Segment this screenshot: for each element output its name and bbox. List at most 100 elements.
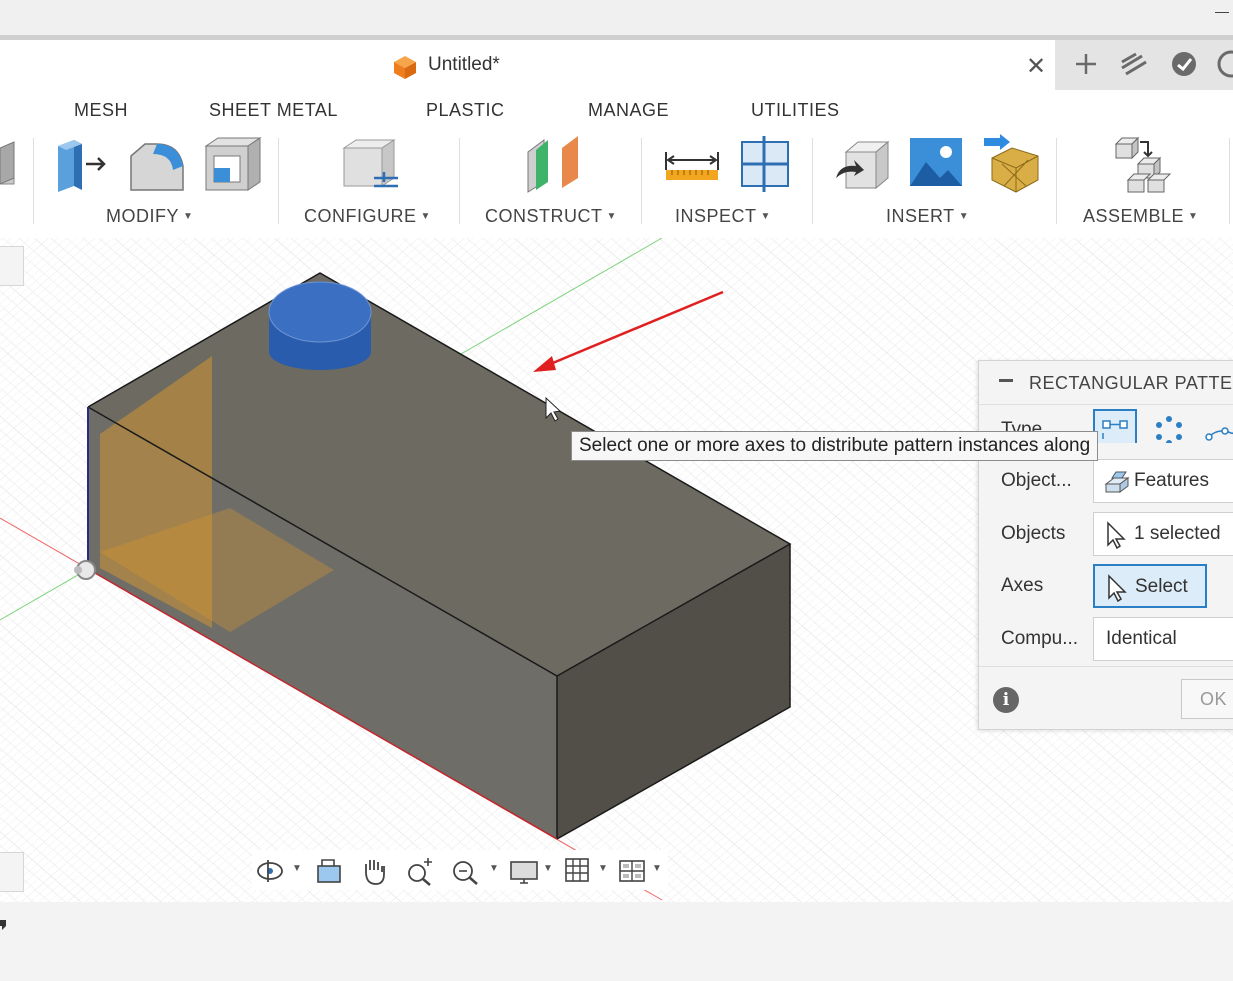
inspect-menu[interactable]: INSPECT ▼	[675, 206, 771, 227]
caret-down-icon: ▼	[1188, 211, 1199, 222]
caret-down-icon: ▼	[606, 211, 617, 222]
grid-caret-icon[interactable]: ▼	[598, 863, 608, 874]
document-cube-icon	[394, 56, 416, 79]
orbit-icon[interactable]	[254, 856, 286, 886]
configure-icon[interactable]	[340, 134, 400, 194]
window-title-bar	[0, 0, 1233, 36]
configure-label: CONFIGURE	[304, 206, 417, 226]
caret-down-icon: ▼	[183, 211, 194, 222]
ribbon-separator	[33, 138, 34, 224]
comments-panel-stub[interactable]	[0, 852, 24, 892]
plus-icon[interactable]	[1070, 48, 1102, 80]
ribbon-separator	[812, 138, 813, 224]
inspect-label: INSPECT	[675, 206, 757, 226]
features-icon	[1104, 471, 1130, 493]
ribbon-separator	[459, 138, 460, 224]
axes-tooltip: Select one or more axes to distribute pa…	[571, 431, 1099, 461]
fusion-window: Untitled* ✕ MESH SHEET METAL PLASTIC MAN…	[0, 0, 1233, 981]
axes-value: Select	[1135, 576, 1188, 597]
objects-value: 1 selected	[1134, 523, 1221, 544]
fit-icon[interactable]	[450, 856, 482, 886]
configure-menu[interactable]: CONFIGURE ▼	[304, 206, 431, 227]
dialog-divider	[979, 666, 1233, 667]
ribbon-separator	[1056, 138, 1057, 224]
minimize-icon[interactable]	[1215, 12, 1229, 13]
compute-value: Identical	[1106, 628, 1177, 649]
grid-icon[interactable]	[562, 856, 594, 886]
close-tab-icon[interactable]: ✕	[1024, 52, 1048, 81]
assemble-menu[interactable]: ASSEMBLE ▼	[1083, 206, 1198, 227]
ok-button[interactable]: OK	[1181, 679, 1233, 719]
tab-manage[interactable]: MANAGE	[588, 100, 669, 121]
viewports-icon[interactable]	[616, 856, 648, 886]
caret-down-icon: ▼	[760, 211, 771, 222]
cylinder-feature[interactable]	[268, 281, 372, 370]
axes-label: Axes	[1001, 575, 1044, 596]
modify-menu[interactable]: MODIFY ▼	[106, 206, 193, 227]
object-type-dropdown[interactable]: Features	[1093, 459, 1233, 503]
caret-down-icon: ▼	[958, 211, 970, 222]
display-caret-icon[interactable]: ▼	[543, 863, 553, 874]
fillet-icon[interactable]	[127, 134, 187, 194]
toolbar-ribbon: MESH SHEET METAL PLASTIC MANAGE UTILITIE…	[0, 90, 1233, 238]
objects-selector[interactable]: 1 selected	[1093, 512, 1233, 556]
measure-icon[interactable]	[662, 134, 722, 194]
document-title: Untitled*	[428, 54, 500, 75]
job-status-icon[interactable]	[1168, 48, 1200, 80]
object-type-value: Features	[1134, 470, 1209, 491]
browser-panel-stub[interactable]	[0, 246, 24, 286]
ribbon-separator	[641, 138, 642, 224]
ribbon-separator	[278, 138, 279, 224]
insert-label: INSERT	[886, 206, 955, 226]
collapse-icon[interactable]	[999, 379, 1013, 382]
extensions-icon[interactable]	[1118, 48, 1150, 80]
notifications-icon[interactable]	[1215, 48, 1233, 80]
pointer-icon	[1107, 521, 1126, 549]
tab-sheet-metal[interactable]: SHEET METAL	[209, 100, 338, 121]
caret-down-icon: ▼	[420, 211, 431, 222]
circular-type-icon[interactable]	[1147, 409, 1191, 443]
insert-derive-icon[interactable]	[832, 134, 892, 194]
navigation-toolbar: ▼ ▼ ▼ ▼ ▼	[252, 850, 668, 890]
compute-label: Compu...	[1001, 628, 1079, 649]
tab-utilities[interactable]: UTILITIES	[751, 100, 840, 121]
offset-plane-icon[interactable]	[522, 134, 582, 194]
status-bar	[0, 902, 1233, 981]
compute-dropdown[interactable]: Identical	[1093, 617, 1233, 661]
section-analysis-icon[interactable]	[736, 134, 796, 194]
axes-selector[interactable]: Select	[1093, 564, 1207, 608]
dialog-title: RECTANGULAR PATTE	[1029, 373, 1233, 393]
dialog-header: RECTANGULAR PATTE	[979, 361, 1233, 405]
assemble-label: ASSEMBLE	[1083, 206, 1185, 226]
display-settings-icon[interactable]	[508, 856, 540, 886]
path-type-icon[interactable]	[1201, 409, 1233, 443]
tab-mesh[interactable]: MESH	[74, 100, 128, 121]
document-tab[interactable]: Untitled* ✕	[0, 40, 1055, 90]
pan-icon[interactable]	[358, 856, 390, 886]
insert-canvas-icon[interactable]	[906, 134, 966, 194]
zoom-icon[interactable]	[404, 856, 436, 886]
zoom-caret-icon[interactable]: ▼	[489, 863, 499, 874]
status-marker-icon	[0, 920, 6, 930]
tab-plastic[interactable]: PLASTIC	[426, 100, 505, 121]
new-component-icon[interactable]	[1112, 134, 1172, 194]
orbit-caret-icon[interactable]: ▼	[292, 863, 302, 874]
pointer-icon	[1108, 574, 1127, 602]
press-pull-icon[interactable]	[52, 134, 112, 194]
objects-label: Objects	[1001, 523, 1066, 544]
document-tab-bar: Untitled* ✕	[0, 40, 1233, 90]
info-icon[interactable]: i	[993, 687, 1019, 713]
object-type-label: Object...	[1001, 470, 1072, 491]
construct-label: CONSTRUCT	[485, 206, 603, 226]
viewports-caret-icon[interactable]: ▼	[652, 863, 662, 874]
insert-menu[interactable]: INSERT ▼	[886, 206, 969, 227]
create-partial-icon[interactable]	[0, 134, 20, 194]
shell-icon[interactable]	[202, 134, 262, 194]
tab-tools	[1055, 40, 1233, 90]
look-at-icon[interactable]	[312, 856, 344, 886]
rectangular-type-icon[interactable]	[1093, 409, 1137, 443]
insert-mesh-icon[interactable]	[982, 134, 1042, 194]
construct-menu[interactable]: CONSTRUCT ▼	[485, 206, 617, 227]
ribbon-separator	[1229, 138, 1230, 224]
modify-label: MODIFY	[106, 206, 179, 226]
